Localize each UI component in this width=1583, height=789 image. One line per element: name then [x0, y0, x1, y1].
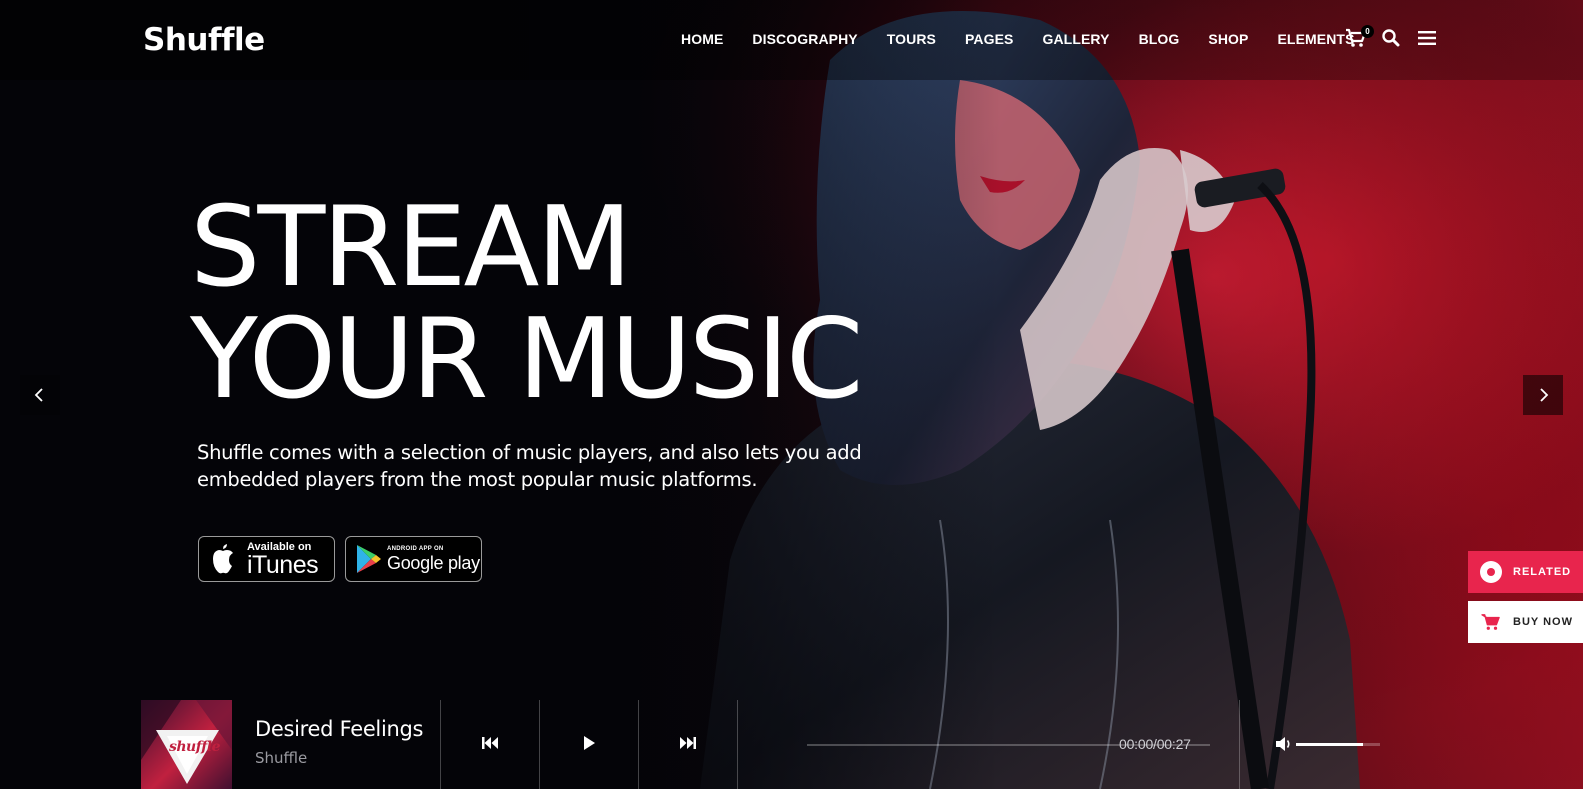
buy-now-button[interactable]: BUY NOW [1468, 601, 1583, 643]
related-button[interactable]: RELATED [1468, 551, 1583, 593]
play-button[interactable] [574, 730, 604, 756]
player-divider [1239, 700, 1240, 789]
nav-blog[interactable]: BLOG [1139, 31, 1180, 47]
related-label: RELATED [1513, 566, 1572, 578]
skip-forward-icon [680, 737, 696, 749]
cart-count-badge: 0 [1361, 25, 1374, 38]
header-icons: 0 [1345, 25, 1453, 52]
main-nav: HOME DISCOGRAPHY TOURS PAGES GALLERY BLO… [681, 31, 1384, 47]
previous-track-button[interactable] [475, 730, 505, 756]
play-icon [584, 736, 595, 750]
nav-shop[interactable]: SHOP [1208, 31, 1248, 47]
nav-elements[interactable]: ELEMENTS [1277, 31, 1354, 47]
volume-fill [1296, 743, 1364, 746]
related-icon [1479, 560, 1503, 584]
player-divider [638, 700, 639, 789]
nav-gallery[interactable]: GALLERY [1042, 31, 1109, 47]
nav-discography[interactable]: DISCOGRAPHY [752, 31, 857, 47]
player-divider [737, 700, 738, 789]
google-big-label: Google play [387, 552, 480, 573]
volume-icon[interactable] [1275, 736, 1293, 752]
hero-headline: STREAM YOUR MUSIC [190, 183, 863, 424]
album-cover: shuffle [141, 700, 232, 789]
apple-icon [213, 544, 233, 574]
google-play-button[interactable]: ANDROID APP ON Google play [345, 536, 482, 582]
hero-description: Shuffle comes with a selection of music … [197, 439, 897, 493]
itunes-button[interactable]: Available on iTunes [198, 536, 335, 582]
chevron-left-icon [34, 388, 43, 402]
search-icon [1382, 29, 1400, 47]
track-artist: Shuffle [255, 749, 308, 767]
google-play-icon [357, 545, 381, 573]
album-cover-text: shuffle [169, 739, 221, 755]
hero-description-line-1: Shuffle comes with a selection of music … [197, 441, 862, 464]
slider-prev-button[interactable] [20, 375, 60, 415]
menu-button[interactable] [1417, 28, 1443, 52]
cart-icon [1479, 610, 1503, 634]
track-title: Desired Feelings [255, 717, 424, 741]
next-track-button[interactable] [673, 730, 703, 756]
nav-tours[interactable]: TOURS [887, 31, 936, 47]
google-small-label: ANDROID APP ON [387, 545, 444, 552]
music-player: shuffle Desired Feelings Shuffle 00:00/0… [141, 700, 1381, 789]
buy-now-label: BUY NOW [1513, 616, 1573, 628]
track-time: 00:00/00:27 [1119, 736, 1191, 752]
itunes-big-label: iTunes [247, 551, 319, 579]
nav-home[interactable]: HOME [681, 31, 723, 47]
skip-back-icon [482, 737, 498, 749]
chevron-right-icon [1540, 388, 1549, 402]
cart-button[interactable]: 0 [1345, 25, 1374, 52]
volume-slider[interactable] [1296, 743, 1380, 746]
hero-headline-line-2: YOUR MUSIC [190, 295, 863, 424]
player-divider [539, 700, 540, 789]
hero-headline-line-1: STREAM [190, 183, 632, 312]
site-header: Shuffle HOME DISCOGRAPHY TOURS PAGES GAL… [0, 0, 1583, 80]
hero-description-line-2: embedded players from the most popular m… [197, 468, 758, 491]
slider-next-button[interactable] [1523, 375, 1563, 415]
nav-pages[interactable]: PAGES [965, 31, 1013, 47]
player-divider [440, 700, 441, 789]
site-logo[interactable]: Shuffle [143, 22, 265, 58]
search-button[interactable] [1381, 28, 1407, 52]
menu-icon [1418, 31, 1436, 45]
